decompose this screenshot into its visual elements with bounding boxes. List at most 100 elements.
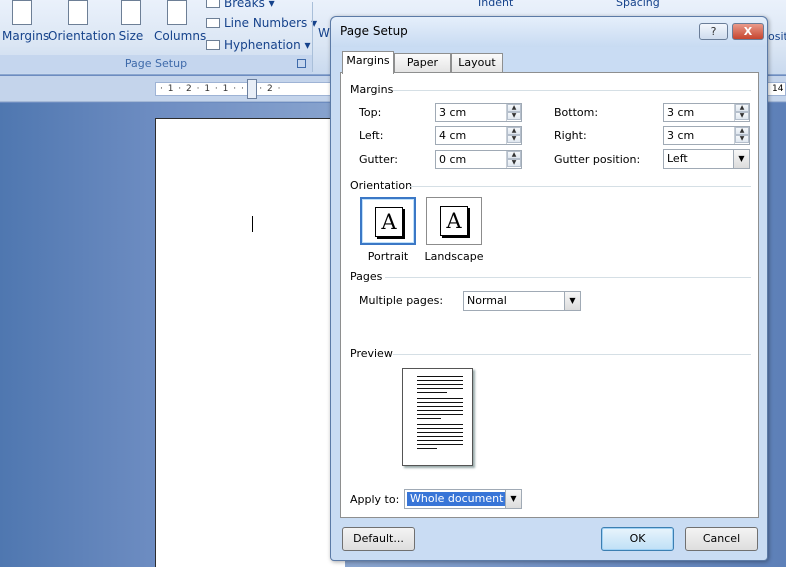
section-divider xyxy=(393,354,751,355)
left-margin-value: 4 cm xyxy=(439,129,467,142)
size-icon xyxy=(121,0,141,25)
horizontal-ruler[interactable]: · 1 · 2 · 1 · 1 · · 1 · 2 · xyxy=(155,82,335,96)
preview-line xyxy=(417,414,463,415)
paragraph-group-partial: Indent Spacing xyxy=(470,0,786,16)
spin-down-icon[interactable]: ▼ xyxy=(507,159,521,167)
spinner-arrows: ▲ ▼ xyxy=(506,151,521,168)
bottom-margin-spinner[interactable]: 3 cm ▲ ▼ xyxy=(663,103,750,122)
top-margin-value: 3 cm xyxy=(439,106,467,119)
preview-line xyxy=(417,376,463,377)
columns-ribbon-button[interactable]: Columns xyxy=(154,0,206,43)
columns-ribbon-label: Columns xyxy=(154,29,207,43)
apply-to-value: Whole document xyxy=(407,492,507,506)
preview-line xyxy=(417,440,463,441)
size-ribbon-button[interactable]: Size xyxy=(118,0,144,43)
preview-line xyxy=(417,418,441,419)
preview-line xyxy=(417,428,463,429)
dropdown-arrow-icon[interactable]: ▼ xyxy=(733,150,749,168)
tab-layout[interactable]: Layout xyxy=(451,53,503,73)
spin-up-icon[interactable]: ▲ xyxy=(735,127,749,135)
margins-icon xyxy=(12,0,32,25)
apply-to-select[interactable]: Whole document ▼ xyxy=(404,489,522,509)
orientation-ribbon-label: Orientation xyxy=(48,29,116,43)
dialog-title: Page Setup xyxy=(340,24,408,38)
orientation-section-label: Orientation xyxy=(350,179,413,192)
default-button[interactable]: Default... xyxy=(342,527,415,551)
spinner-arrows: ▲ ▼ xyxy=(506,127,521,144)
landscape-label: Landscape xyxy=(424,250,484,263)
orientation-ribbon-button[interactable]: Orientation xyxy=(48,0,116,43)
dialog-launcher-icon[interactable] xyxy=(297,59,306,68)
preview-line xyxy=(417,448,437,449)
spin-down-icon[interactable]: ▼ xyxy=(507,112,521,120)
spinner-arrows: ▲ ▼ xyxy=(734,127,749,144)
preview-section-label: Preview xyxy=(350,347,393,360)
page-setup-dialog: Page Setup ? X Margins Paper Layout Marg… xyxy=(330,16,768,561)
section-divider xyxy=(385,277,751,278)
gutter-label: Gutter: xyxy=(359,153,398,166)
section-divider xyxy=(409,186,751,187)
preview-line xyxy=(417,388,463,389)
spinner-arrows: ▲ ▼ xyxy=(506,104,521,121)
line-numbers-icon xyxy=(206,18,220,28)
ok-button[interactable]: OK xyxy=(601,527,674,551)
size-ribbon-label: Size xyxy=(118,29,144,43)
line-numbers-button[interactable]: Line Numbers ▾ xyxy=(206,16,317,30)
cancel-button[interactable]: Cancel xyxy=(685,527,758,551)
preview-line xyxy=(417,384,463,385)
indent-label: Indent xyxy=(478,0,514,9)
preview-line xyxy=(417,436,463,437)
preview-line xyxy=(417,424,463,425)
left-margin-spinner[interactable]: 4 cm ▲ ▼ xyxy=(435,126,522,145)
margins-section-label: Margins xyxy=(350,83,394,96)
spacing-label: Spacing xyxy=(616,0,660,9)
gutter-position-label: Gutter position: xyxy=(554,153,641,166)
right-margin-spinner[interactable]: 3 cm ▲ ▼ xyxy=(663,126,750,145)
top-margin-spinner[interactable]: 3 cm ▲ ▼ xyxy=(435,103,522,122)
multiple-pages-select[interactable]: Normal ▼ xyxy=(463,291,581,311)
margins-tab-panel: Margins Top: 3 cm ▲ ▼ Bottom: 3 cm ▲ ▼ L… xyxy=(340,72,759,518)
spin-down-icon[interactable]: ▼ xyxy=(507,135,521,143)
preview-line xyxy=(417,410,463,411)
gutter-value: 0 cm xyxy=(439,153,467,166)
dropdown-arrow-icon[interactable]: ▼ xyxy=(505,490,521,508)
gutter-position-select[interactable]: Left ▼ xyxy=(663,149,750,169)
spinner-arrows: ▲ ▼ xyxy=(734,104,749,121)
watermark-partial-label: W xyxy=(318,26,330,40)
tab-paper[interactable]: Paper xyxy=(394,53,451,73)
preview-line xyxy=(417,444,463,445)
preview-line xyxy=(417,392,447,393)
preview-line xyxy=(417,406,463,407)
text-caret xyxy=(252,216,253,232)
spin-up-icon[interactable]: ▲ xyxy=(507,104,521,112)
spin-down-icon[interactable]: ▼ xyxy=(735,135,749,143)
help-button[interactable]: ? xyxy=(699,23,728,40)
line-numbers-label: Line Numbers ▾ xyxy=(224,16,318,30)
dialog-titlebar[interactable]: Page Setup ? X xyxy=(331,17,767,47)
breaks-button[interactable]: Breaks ▾ xyxy=(206,0,275,10)
hyphenation-button[interactable]: Hyphenation ▾ xyxy=(206,38,311,52)
spin-up-icon[interactable]: ▲ xyxy=(507,127,521,135)
preview-line xyxy=(417,398,463,399)
indent-marker[interactable] xyxy=(247,79,257,99)
group-separator xyxy=(312,2,313,72)
spin-up-icon[interactable]: ▲ xyxy=(507,151,521,159)
spin-down-icon[interactable]: ▼ xyxy=(735,112,749,120)
pages-section-label: Pages xyxy=(350,270,383,283)
preview-line xyxy=(417,402,463,403)
document-page[interactable] xyxy=(155,118,345,567)
dropdown-arrow-icon[interactable]: ▼ xyxy=(564,292,580,310)
portrait-option[interactable]: A xyxy=(360,197,416,245)
tab-margins[interactable]: Margins xyxy=(342,51,394,74)
landscape-option[interactable]: A xyxy=(426,197,482,245)
position-partial-label: ositi xyxy=(768,30,786,43)
margins-ribbon-button[interactable]: Margins xyxy=(2,0,49,43)
gutter-spinner[interactable]: 0 cm ▲ ▼ xyxy=(435,150,522,169)
spin-up-icon[interactable]: ▲ xyxy=(735,104,749,112)
bottom-label: Bottom: xyxy=(554,106,599,119)
portrait-label: Portrait xyxy=(367,250,409,263)
close-button[interactable]: X xyxy=(732,23,764,40)
hyphenation-label: Hyphenation ▾ xyxy=(224,38,311,52)
hyphenation-icon xyxy=(206,40,220,50)
preview-page-thumbnail xyxy=(402,368,473,466)
